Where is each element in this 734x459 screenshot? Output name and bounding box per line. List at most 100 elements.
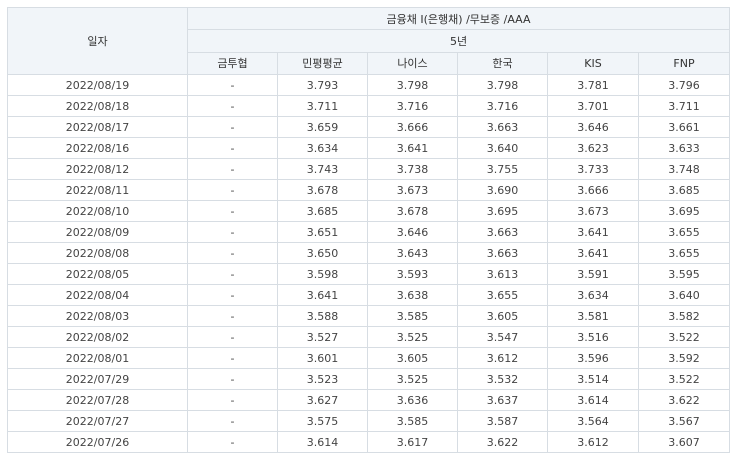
table-row: 2022/07/26-3.614 3.617 3.622 3.612 3.607 <box>7 431 731 453</box>
fnp-cell: 3.685 <box>637 179 731 201</box>
fnp-cell: 3.695 <box>637 200 731 222</box>
date-cell: 2022/07/27 <box>7 410 188 432</box>
kofia-cell: - <box>187 431 278 453</box>
fnp-cell: 3.711 <box>637 95 731 117</box>
date-cell: 2022/08/09 <box>7 221 188 243</box>
date-cell: 2022/08/17 <box>7 116 188 138</box>
korea-cell: 3.663 <box>457 221 548 243</box>
average-cell: 3.685 <box>277 200 368 222</box>
fnp-cell: 3.607 <box>637 431 731 453</box>
table-row: 2022/08/12-3.743 3.738 3.755 3.733 3.748 <box>7 158 731 180</box>
korea-cell: 3.663 <box>457 116 548 138</box>
table-row: 2022/08/08-3.650 3.643 3.663 3.641 3.655 <box>7 242 731 264</box>
kis-cell: 3.641 <box>547 242 639 264</box>
kis-cell: 3.641 <box>547 221 639 243</box>
nice-cell: 3.646 <box>367 221 458 243</box>
fnp-cell: 3.633 <box>637 137 731 159</box>
kofia-cell: - <box>187 347 278 369</box>
kofia-cell: - <box>187 137 278 159</box>
average-cell: 3.793 <box>277 74 368 96</box>
average-cell: 3.614 <box>277 431 368 453</box>
korea-cell: 3.605 <box>457 305 548 327</box>
kofia-cell: - <box>187 284 278 306</box>
korea-cell: 3.655 <box>457 284 548 306</box>
column-header-fnp: FNP <box>637 51 731 76</box>
table-row: 2022/08/10-3.685 3.678 3.695 3.673 3.695 <box>7 200 731 222</box>
fnp-cell: 3.567 <box>637 410 731 432</box>
average-cell: 3.627 <box>277 389 368 411</box>
column-header-kofia: 금투협 <box>187 51 278 76</box>
kofia-cell: - <box>187 221 278 243</box>
korea-cell: 3.622 <box>457 431 548 453</box>
korea-cell: 3.663 <box>457 242 548 264</box>
kofia-cell: - <box>187 263 278 285</box>
table-row: 2022/07/29-3.523 3.525 3.532 3.514 3.522 <box>7 368 731 390</box>
average-cell: 3.651 <box>277 221 368 243</box>
column-header-kis: KIS <box>547 51 639 76</box>
kis-cell: 3.516 <box>547 326 639 348</box>
nice-cell: 3.641 <box>367 137 458 159</box>
nice-cell: 3.636 <box>367 389 458 411</box>
date-cell: 2022/08/05 <box>7 263 188 285</box>
nice-cell: 3.617 <box>367 431 458 453</box>
average-cell: 3.523 <box>277 368 368 390</box>
korea-cell: 3.637 <box>457 389 548 411</box>
korea-cell: 3.613 <box>457 263 548 285</box>
average-cell: 3.641 <box>277 284 368 306</box>
date-cell: 2022/07/29 <box>7 368 188 390</box>
kofia-cell: - <box>187 368 278 390</box>
bond-group-header: 금융채 I(은행채) /무보증 /AAA <box>186 6 731 31</box>
nice-cell: 3.585 <box>367 410 458 432</box>
bond-rate-table: 일자 금융채 I(은행채) /무보증 /AAA 5년 금투협 민평평균 나이스 … <box>7 6 731 453</box>
date-cell: 2022/08/16 <box>7 137 188 159</box>
average-cell: 3.678 <box>277 179 368 201</box>
average-cell: 3.527 <box>277 326 368 348</box>
kofia-cell: - <box>187 179 278 201</box>
average-cell: 3.588 <box>277 305 368 327</box>
table-body: 2022/08/19-3.793 3.798 3.798 3.781 3.796 2022… <box>7 74 731 453</box>
average-cell: 3.598 <box>277 263 368 285</box>
kofia-cell: - <box>187 410 278 432</box>
date-cell: 2022/08/11 <box>7 179 188 201</box>
table-row: 2022/08/09-3.651 3.646 3.663 3.641 3.655 <box>7 221 731 243</box>
korea-cell: 3.690 <box>457 179 548 201</box>
nice-cell: 3.716 <box>367 95 458 117</box>
table-header: 일자 금융채 I(은행채) /무보증 /AAA 5년 금투협 민평평균 나이스 … <box>7 6 731 76</box>
table-row: 2022/08/04-3.641 3.638 3.655 3.634 3.640 <box>7 284 731 306</box>
nice-cell: 3.678 <box>367 200 458 222</box>
table-row: 2022/08/18-3.711 3.716 3.716 3.701 3.711 <box>7 95 731 117</box>
column-header-nice: 나이스 <box>367 51 458 76</box>
fnp-cell: 3.655 <box>637 221 731 243</box>
nice-cell: 3.643 <box>367 242 458 264</box>
date-cell: 2022/08/03 <box>7 305 188 327</box>
kofia-cell: - <box>187 389 278 411</box>
date-cell: 2022/08/02 <box>7 326 188 348</box>
average-cell: 3.650 <box>277 242 368 264</box>
table-row: 2022/08/17-3.659 3.666 3.663 3.646 3.661 <box>7 116 731 138</box>
kis-cell: 3.733 <box>547 158 639 180</box>
table-row: 2022/08/05-3.598 3.593 3.613 3.591 3.595 <box>7 263 731 285</box>
fnp-cell: 3.595 <box>637 263 731 285</box>
kis-cell: 3.623 <box>547 137 639 159</box>
kis-cell: 3.673 <box>547 200 639 222</box>
kis-cell: 3.591 <box>547 263 639 285</box>
date-cell: 2022/08/08 <box>7 242 188 264</box>
kofia-cell: - <box>187 305 278 327</box>
average-cell: 3.601 <box>277 347 368 369</box>
kofia-cell: - <box>187 95 278 117</box>
kofia-cell: - <box>187 158 278 180</box>
kofia-cell: - <box>187 74 278 96</box>
kis-cell: 3.581 <box>547 305 639 327</box>
kofia-cell: - <box>187 242 278 264</box>
fnp-cell: 3.582 <box>637 305 731 327</box>
korea-cell: 3.532 <box>457 368 548 390</box>
nice-cell: 3.666 <box>367 116 458 138</box>
average-cell: 3.659 <box>277 116 368 138</box>
date-cell: 2022/08/19 <box>7 74 188 96</box>
date-cell: 2022/08/12 <box>7 158 188 180</box>
korea-cell: 3.612 <box>457 347 548 369</box>
date-cell: 2022/07/26 <box>7 431 188 453</box>
korea-cell: 3.587 <box>457 410 548 432</box>
kis-cell: 3.701 <box>547 95 639 117</box>
kofia-cell: - <box>187 116 278 138</box>
